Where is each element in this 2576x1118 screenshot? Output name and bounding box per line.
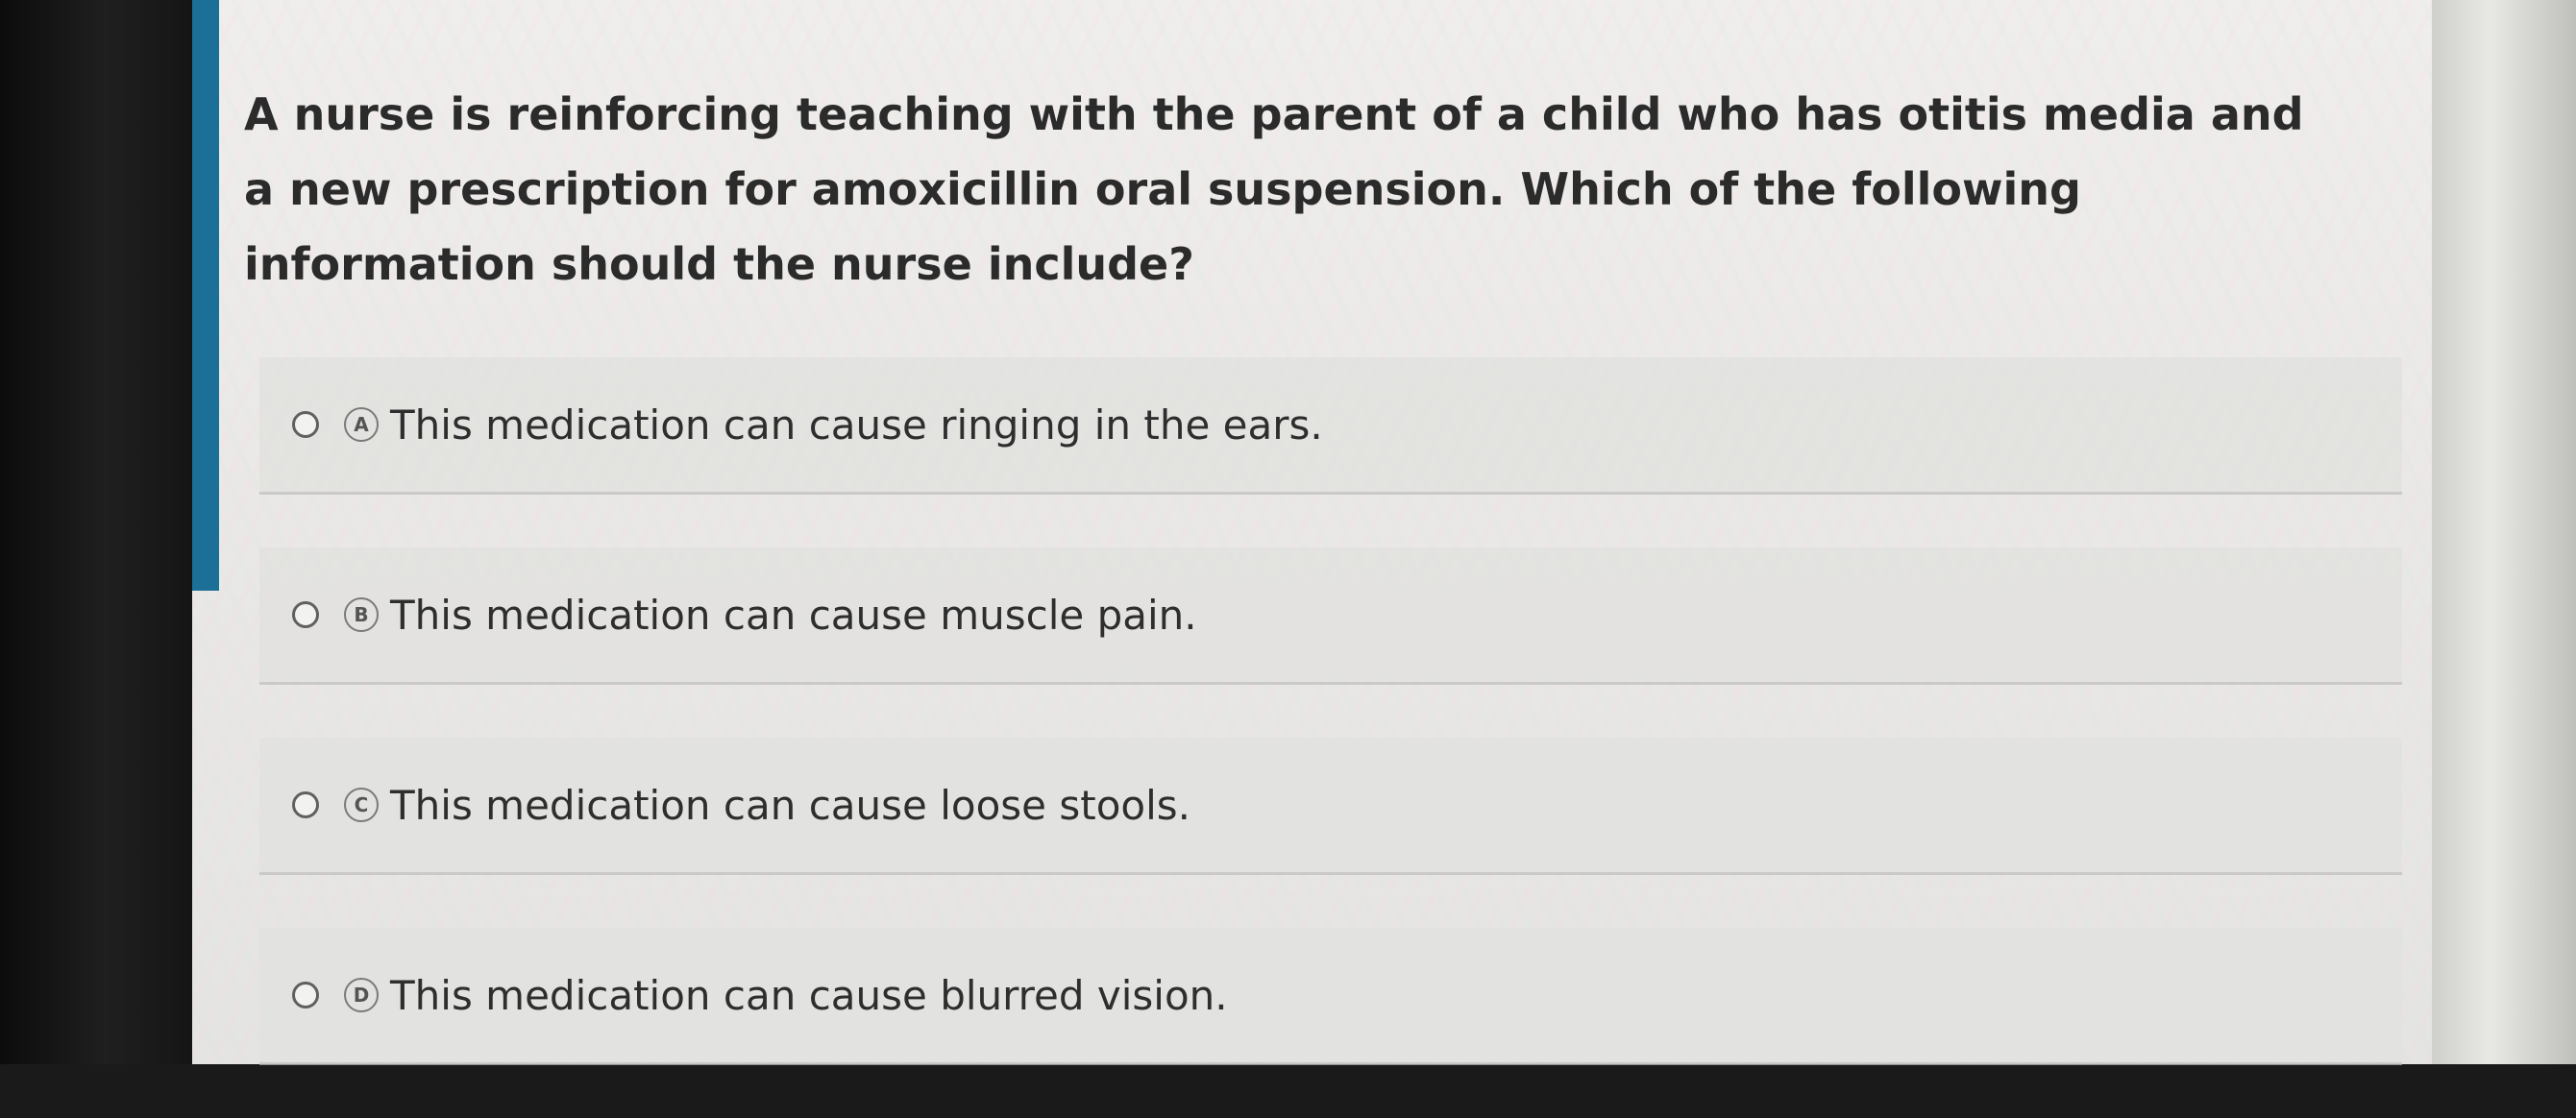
monitor-bezel-right <box>2432 0 2576 1064</box>
option-letter-a-badge: A <box>344 407 379 442</box>
quiz-screen: A nurse is reinforcing teaching with the… <box>192 0 2432 1064</box>
option-text-a: This medication can cause ringing in the… <box>390 401 1323 449</box>
accent-bar <box>192 0 219 591</box>
option-letter-b-badge: B <box>344 597 379 632</box>
option-letter-c-badge: C <box>344 788 379 822</box>
option-letter-d-badge: D <box>344 978 379 1012</box>
radio-button-a[interactable] <box>292 411 319 438</box>
option-text-d: This medication can cause blurred vision… <box>390 971 1228 1019</box>
radio-button-d[interactable] <box>292 982 319 1009</box>
option-text-c: This medication can cause loose stools. <box>390 781 1190 829</box>
option-text-b: This medication can cause muscle pain. <box>390 591 1197 639</box>
radio-button-c[interactable] <box>292 791 319 818</box>
answer-option-d[interactable]: D This medication can cause blurred visi… <box>259 928 2402 1062</box>
radio-button-b[interactable] <box>292 601 319 628</box>
answer-options: A This medication can cause ringing in t… <box>259 357 2402 1118</box>
question-stem: A nurse is reinforcing teaching with the… <box>244 88 2304 290</box>
answer-option-a[interactable]: A This medication can cause ringing in t… <box>259 357 2402 492</box>
answer-option-b[interactable]: B This medication can cause muscle pain. <box>259 547 2402 682</box>
monitor-bezel-left <box>0 0 192 1064</box>
answer-option-c[interactable]: C This medication can cause loose stools… <box>259 738 2402 872</box>
